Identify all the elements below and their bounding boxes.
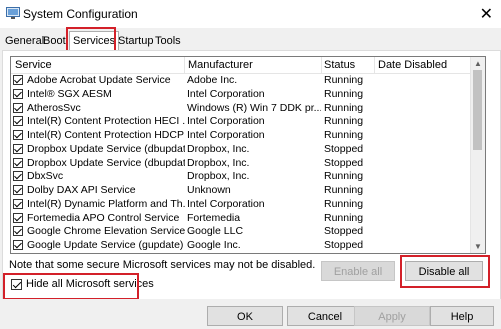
status: Running (324, 184, 364, 196)
manufacturer: Google LLC (187, 225, 244, 238)
service-name: Google Update Service (gupdate) (27, 239, 184, 251)
service-checkbox[interactable] (13, 116, 23, 127)
service-checkbox[interactable] (13, 75, 23, 85)
hide-microsoft-highlight (3, 273, 139, 300)
system-config-icon (6, 7, 20, 19)
status: Running (324, 197, 364, 210)
status: Running (324, 115, 364, 128)
manufacturer: Intel Corporation (187, 87, 265, 100)
manufacturer: Adobe Inc. (187, 74, 238, 86)
status: Stopped (324, 142, 364, 155)
manufacturer: Unknown (187, 184, 231, 196)
service-checkbox[interactable] (13, 143, 23, 154)
manufacturer: Intel Corporation (187, 115, 265, 128)
service-checkbox[interactable] (13, 212, 23, 223)
tab-startup[interactable]: Startup (115, 32, 156, 50)
manufacturer: Intel Corporation (187, 197, 265, 210)
table-row[interactable]: Intel(R) Content Protection HDCP ... Inte… (11, 129, 471, 143)
service-checkbox[interactable] (13, 88, 23, 99)
service-name: Dolby DAX API Service (27, 184, 136, 196)
service-name: Intel(R) Content Protection HDCP ... (27, 129, 185, 141)
status: Running (324, 170, 364, 183)
services-tab-highlight (66, 27, 116, 52)
table-row[interactable]: Dropbox Update Service (dbupdate) Dropbox… (11, 143, 471, 157)
table-row[interactable]: DbxSvc Dropbox, Inc. Running (11, 170, 471, 184)
service-checkbox[interactable] (13, 198, 23, 209)
service-name: AtherosSvc (27, 101, 81, 114)
status: Stopped (324, 225, 364, 238)
secure-services-note: Note that some secure Microsoft services… (9, 259, 316, 271)
service-name: Intel® SGX AESM (27, 87, 112, 100)
services-table[interactable]: Service Manufacturer Status Date Disable… (10, 56, 486, 254)
dialog-footer: OK Cancel Apply Help (0, 299, 501, 329)
service-name: DbxSvc (27, 170, 64, 183)
table-row[interactable]: Google Update Service (gupdate) Google In… (11, 239, 471, 253)
vertical-scrollbar[interactable]: ▲ ▼ (470, 57, 485, 253)
status: Running (324, 211, 364, 224)
manufacturer: Windows (R) Win 7 DDK pr... (187, 101, 321, 114)
manufacturer: Google Inc. (187, 239, 241, 251)
table-row[interactable]: Dolby DAX API Service Unknown Running (11, 184, 471, 198)
scrollbar-thumb[interactable] (473, 70, 482, 150)
column-header-service[interactable]: Service (15, 59, 52, 71)
service-checkbox[interactable] (13, 240, 23, 250)
service-name: Adobe Acrobat Update Service (27, 74, 171, 86)
status: Running (324, 101, 364, 114)
table-row[interactable]: AtherosSvc Windows (R) Win 7 DDK pr... Run… (11, 102, 471, 116)
ok-button[interactable]: OK (207, 306, 283, 326)
title-bar: System Configuration ✕ (0, 0, 501, 28)
status: Stopped (324, 156, 364, 169)
status: Stopped (324, 239, 364, 251)
service-checkbox[interactable] (13, 130, 23, 140)
cancel-button[interactable]: Cancel (287, 306, 363, 326)
table-row[interactable]: Google Chrome Elevation Service Google LL… (11, 225, 471, 239)
service-name: Dropbox Update Service (dbupdat... (27, 156, 185, 169)
status: Running (324, 129, 364, 141)
table-row[interactable]: Intel(R) Dynamic Platform and Th... Intel… (11, 198, 471, 212)
help-button[interactable]: Help (430, 306, 494, 326)
apply-button[interactable]: Apply (354, 306, 430, 326)
column-header-status[interactable]: Status (324, 59, 355, 71)
enable-all-button[interactable]: Enable all (321, 261, 395, 281)
table-row[interactable]: Adobe Acrobat Update Service Adobe Inc. Ru… (11, 74, 471, 88)
manufacturer: Intel Corporation (187, 129, 265, 141)
close-icon[interactable]: ✕ (480, 4, 493, 24)
table-row[interactable]: Dropbox Update Service (dbupdat... Dropbo… (11, 157, 471, 171)
manufacturer: Dropbox, Inc. (187, 170, 250, 183)
service-name: Google Chrome Elevation Service (27, 225, 185, 238)
tab-boot[interactable]: Boot (40, 32, 69, 50)
table-rows: Adobe Acrobat Update Service Adobe Inc. Ru… (11, 74, 471, 253)
service-checkbox[interactable] (13, 226, 23, 237)
service-name: Fortemedia APO Control Service (27, 211, 180, 224)
service-checkbox[interactable] (13, 157, 23, 168)
column-header-date-disabled[interactable]: Date Disabled (378, 59, 447, 71)
status: Running (324, 87, 364, 100)
manufacturer: Dropbox, Inc. (187, 142, 250, 155)
service-name: Intel(R) Content Protection HECI ... (27, 115, 185, 128)
status: Running (324, 74, 364, 86)
table-header: Service Manufacturer Status Date Disable… (11, 57, 471, 74)
column-header-manufacturer[interactable]: Manufacturer (188, 59, 253, 71)
disable-all-highlight (400, 255, 490, 288)
tab-tools[interactable]: Tools (152, 32, 184, 50)
service-checkbox[interactable] (13, 102, 23, 113)
service-name: Intel(R) Dynamic Platform and Th... (27, 197, 185, 210)
table-row[interactable]: Intel® SGX AESM Intel Corporation Running (11, 88, 471, 102)
window-title: System Configuration (23, 7, 138, 21)
manufacturer: Fortemedia (187, 211, 241, 224)
scroll-down-icon[interactable]: ▼ (474, 242, 482, 251)
table-row[interactable]: Fortemedia APO Control Service Fortemedia… (11, 212, 471, 226)
manufacturer: Dropbox, Inc. (187, 156, 250, 169)
service-checkbox[interactable] (13, 185, 23, 195)
table-row[interactable]: Intel(R) Content Protection HECI ... Inte… (11, 115, 471, 129)
service-name: Dropbox Update Service (dbupdate) (27, 142, 185, 155)
scroll-up-icon[interactable]: ▲ (474, 59, 482, 68)
service-checkbox[interactable] (13, 171, 23, 182)
